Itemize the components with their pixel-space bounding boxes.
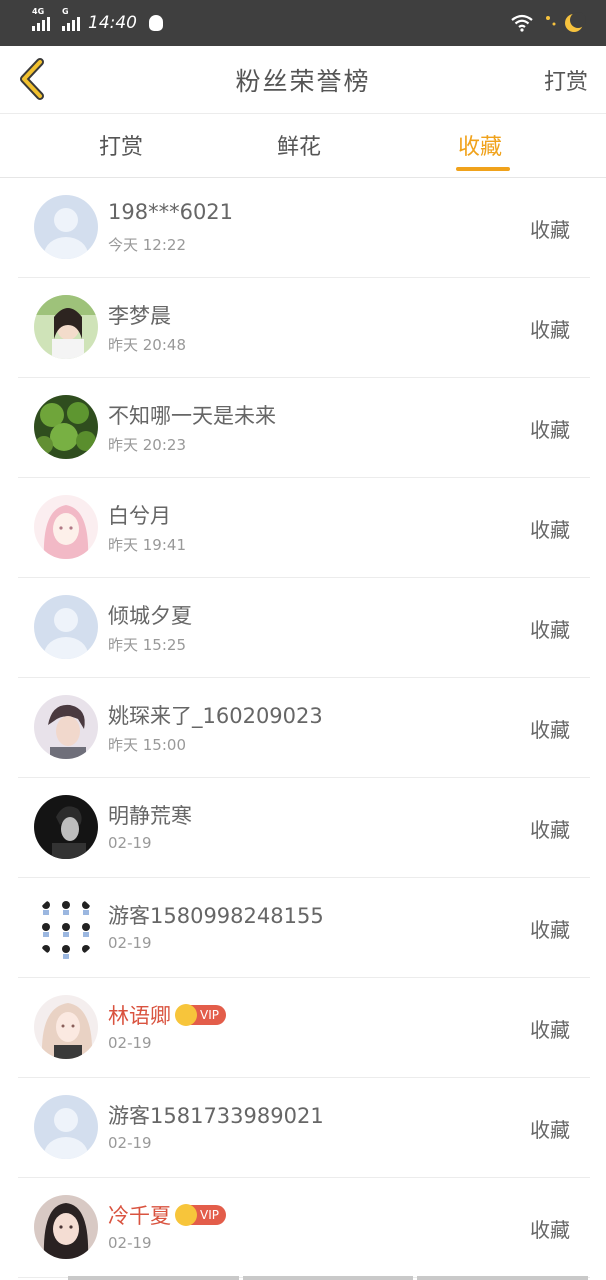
fan-time: 今天 12:22 [108,236,186,254]
fan-name: 李梦晨 [108,304,171,328]
anime-girl-pink-avatar [34,495,98,559]
anime-girl-blonde-avatar [34,995,98,1059]
header-bar: 粉丝荣誉榜 打赏 [0,46,606,114]
girl-photo-avatar [34,295,98,359]
wifi-icon [511,14,533,32]
fan-name: 游客1581733989021 [108,1104,324,1128]
fan-name: 198***6021 [108,200,234,224]
vip-badge: VIP [175,1204,226,1226]
dark-portrait-avatar [34,795,98,859]
succulent-photo-avatar [34,395,98,459]
fan-name: 游客1580998248155 [108,904,324,928]
fan-row[interactable]: 游客1581733989021 02-19 收藏 [18,1078,590,1178]
favorite-action-label: 收藏 [530,518,570,542]
fan-name: 明静荒寒 [108,804,192,828]
fan-row[interactable]: 游客1580998248155 02-19 收藏 [18,878,590,978]
fan-row[interactable]: 林语卿 VIP 02-19 收藏 [18,978,590,1078]
page-indicator-bars [68,1276,589,1280]
fan-time: 昨天 15:25 [108,636,186,654]
fan-row[interactable]: 倾城夕夏 昨天 15:25 收藏 [18,578,590,678]
favorite-action-label: 收藏 [530,218,570,242]
tab-bar: 打赏 鲜花 收藏 [0,115,606,178]
fan-time: 02-19 [108,1034,152,1052]
girl-selfie-avatar [34,1195,98,1259]
fan-time: 02-19 [108,1134,152,1152]
tab-flowers[interactable]: 鲜花 [277,129,321,161]
default-avatar [34,1095,98,1159]
fan-row[interactable]: 白兮月 昨天 19:41 收藏 [18,478,590,578]
favorite-action-label: 收藏 [530,418,570,442]
favorite-action-label: 收藏 [530,1218,570,1242]
fan-time: 昨天 15:00 [108,736,186,754]
fan-time: 02-19 [108,1234,152,1252]
fan-time: 02-19 [108,834,152,852]
fan-time: 昨天 20:48 [108,336,186,354]
favorite-action-label: 收藏 [530,618,570,642]
fan-time: 昨天 20:23 [108,436,186,454]
fan-name: 冷千夏 VIP [108,1200,226,1230]
fan-row[interactable]: 明静荒寒 02-19 收藏 [18,778,590,878]
signal-icon: 4G [32,7,50,31]
fan-row[interactable]: 198***6021 今天 12:22 收藏 [18,178,590,278]
favorite-action-label: 收藏 [530,1118,570,1142]
status-bar: 4G G 14:40 [0,0,606,46]
favorite-action-label: 收藏 [530,918,570,942]
signal-icon-2: G [62,7,80,31]
cartoon-grid-avatar [34,895,98,959]
fan-name: 白兮月 [108,504,171,528]
tab-favorites[interactable]: 收藏 [458,129,502,161]
fan-name: 姚琛来了_160209023 [108,704,323,728]
vip-badge: VIP [175,1004,226,1026]
fan-time: 02-19 [108,934,152,952]
clock: 14:40 [88,13,137,33]
fan-row[interactable]: 不知哪一天是未来 昨天 20:23 收藏 [18,378,590,478]
status-right [510,12,588,34]
fan-row[interactable]: 冷千夏 VIP 02-19 收藏 [18,1178,590,1278]
crown-icon [175,1004,197,1026]
active-tab-indicator [456,167,510,171]
fan-row[interactable]: 李梦晨 昨天 20:48 收藏 [18,278,590,378]
default-avatar [34,195,98,259]
fan-name: 倾城夕夏 [108,604,192,628]
fan-time: 昨天 19:41 [108,536,186,554]
tab-reward[interactable]: 打赏 [99,129,143,161]
reward-link[interactable]: 打赏 [544,64,588,96]
fan-list: 198***6021 今天 12:22 收藏 李梦晨 昨天 20:48 收藏 不… [18,178,590,1278]
fan-row[interactable]: 姚琛来了_160209023 昨天 15:00 收藏 [18,678,590,778]
favorite-action-label: 收藏 [530,818,570,842]
battery-moon-icon [546,12,586,32]
status-left: 4G G 14:40 [32,7,163,33]
page-title: 粉丝荣誉榜 [235,66,371,96]
crown-icon [175,1204,197,1226]
fan-name: 林语卿 VIP [108,1000,226,1030]
favorite-action-label: 收藏 [530,318,570,342]
fan-name: 不知哪一天是未来 [108,404,276,428]
favorite-action-label: 收藏 [530,718,570,742]
network-type-label: 4G [32,7,45,16]
favorite-action-label: 收藏 [530,1018,570,1042]
back-arrow-icon[interactable] [18,58,48,100]
qq-notification-icon [149,15,163,31]
boy-photo-avatar [34,695,98,759]
network-type-label-2: G [62,7,69,16]
default-avatar [34,595,98,659]
